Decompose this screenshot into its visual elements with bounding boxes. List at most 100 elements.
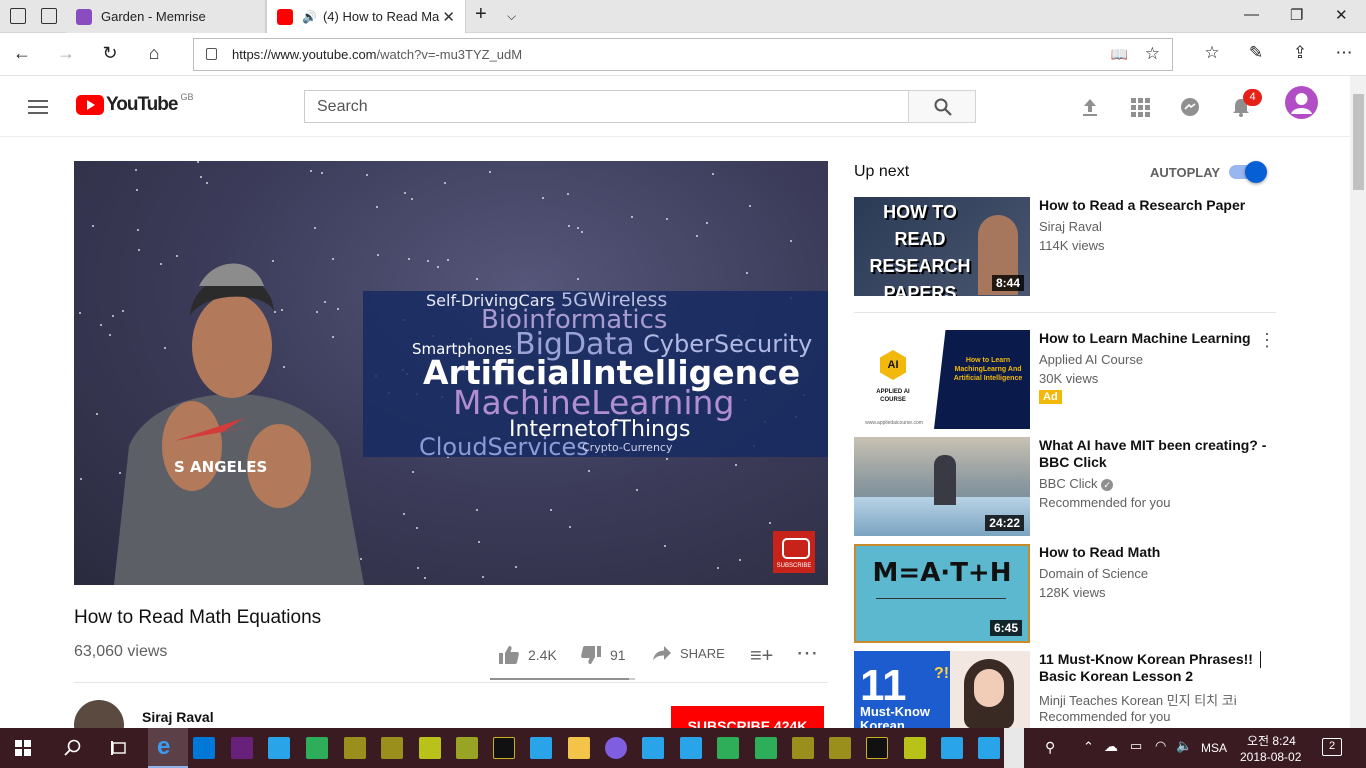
url-field[interactable]: https://www.youtube.com/watch?v=-mu3TYZ_… xyxy=(193,38,1173,71)
kebab-menu-icon[interactable]: ⋮ xyxy=(1258,330,1276,351)
tab-memrise[interactable]: Garden - Memrise xyxy=(66,0,266,33)
tab-manager-icon[interactable] xyxy=(10,8,26,24)
paint3d-icon[interactable] xyxy=(605,737,627,759)
video-thumbnail[interactable]: AI APPLIED AI COURSE How to Learn Machin… xyxy=(854,330,1030,429)
page-scrollbar[interactable] xyxy=(1350,76,1366,728)
upload-icon[interactable] xyxy=(1079,96,1101,118)
video-title: How to Read Math Equations xyxy=(74,607,322,628)
star-dot xyxy=(581,231,583,233)
app-icon[interactable] xyxy=(530,737,552,759)
like-button[interactable]: 2.4K xyxy=(498,645,557,665)
task-view-icon[interactable] xyxy=(110,739,128,757)
apps-icon[interactable] xyxy=(1129,96,1151,118)
divider xyxy=(854,312,1276,313)
suggested-video[interactable]: HOW TO READ RESEARCH PAPERS 8:44 How to … xyxy=(854,197,1284,296)
star-dot xyxy=(197,161,199,163)
onedrive-icon[interactable]: ☁ xyxy=(1104,738,1118,755)
taskbar-scroller[interactable] xyxy=(1004,728,1024,768)
app-icon[interactable] xyxy=(642,737,664,759)
visual-studio-icon[interactable] xyxy=(231,737,253,759)
vscode-icon[interactable] xyxy=(193,737,215,759)
account-avatar[interactable] xyxy=(1285,86,1318,119)
ime-indicator[interactable]: MSA xyxy=(1201,741,1227,755)
add-to-playlist-button[interactable]: ≡+ xyxy=(750,645,773,668)
app-icon[interactable] xyxy=(866,737,888,759)
video-thumbnail[interactable]: M=A·T+H 6:45 xyxy=(854,544,1030,643)
app-icon[interactable] xyxy=(978,737,1000,759)
volume-icon[interactable]: 🔈 xyxy=(1176,738,1192,754)
minimize-icon[interactable]: — xyxy=(1244,6,1259,23)
search-icon[interactable] xyxy=(64,739,82,757)
recommendation-note: Recommended for you xyxy=(1039,495,1171,510)
app-icon[interactable] xyxy=(717,737,739,759)
app-icon[interactable] xyxy=(344,737,366,759)
sentiment-bar xyxy=(490,678,635,680)
speaker-icon[interactable]: 🔊 xyxy=(302,10,317,24)
app-icon[interactable] xyxy=(456,737,478,759)
subscribe-watermark[interactable]: SUBSCRIBE xyxy=(773,531,815,573)
back-icon[interactable]: ← xyxy=(10,43,34,64)
video-thumbnail[interactable]: HOW TO READ RESEARCH PAPERS 8:44 xyxy=(854,197,1030,296)
clock-time[interactable]: 오전 8:24 xyxy=(1247,732,1296,749)
suggested-video[interactable]: 24:22 What AI have MIT been creating? - … xyxy=(854,437,1284,536)
app-icon[interactable] xyxy=(755,737,777,759)
app-icon[interactable] xyxy=(792,737,814,759)
app-icon[interactable] xyxy=(306,737,328,759)
app-icon[interactable] xyxy=(829,737,851,759)
video-player[interactable]: Self-DrivingCars 5GWireless Bioinformati… xyxy=(74,161,828,585)
app-icon[interactable] xyxy=(268,737,290,759)
windows-start-icon[interactable] xyxy=(15,740,31,756)
video-thumbnail[interactable]: 11 ?! Must-Know Korean xyxy=(854,651,1030,728)
favorite-star-icon[interactable]: ☆ xyxy=(1145,44,1160,64)
share-button[interactable]: SHARE xyxy=(652,645,725,661)
toggle-knob[interactable] xyxy=(1245,161,1267,183)
home-icon[interactable]: ⌂ xyxy=(142,43,166,64)
wifi-icon[interactable]: ◠ xyxy=(1155,738,1166,754)
tab-list-icon[interactable]: ⌵ xyxy=(507,9,516,24)
search-button[interactable] xyxy=(908,90,976,123)
taskbar-edge-active[interactable]: e xyxy=(148,728,188,768)
set-aside-tabs-icon[interactable] xyxy=(41,8,57,24)
more-actions-button[interactable]: ⋯ xyxy=(796,640,818,666)
star-dot xyxy=(437,266,439,268)
forward-icon[interactable]: → xyxy=(54,43,78,64)
share-icon[interactable]: ⇪ xyxy=(1288,43,1312,63)
clock-date[interactable]: 2018-08-02 xyxy=(1240,750,1301,764)
autoplay-toggle[interactable] xyxy=(1229,161,1267,183)
app-icon[interactable] xyxy=(904,737,926,759)
new-tab-icon[interactable]: + xyxy=(475,3,487,26)
app-icon[interactable] xyxy=(680,737,702,759)
show-hidden-icons-icon[interactable]: ⌃ xyxy=(1083,739,1094,755)
app-icon[interactable] xyxy=(419,737,441,759)
people-icon[interactable]: ⚲ xyxy=(1045,739,1055,756)
more-icon[interactable]: ⋯ xyxy=(1332,43,1356,63)
star-dot xyxy=(96,413,98,415)
search-input[interactable]: Search xyxy=(304,90,909,123)
web-note-icon[interactable]: ✎ xyxy=(1244,43,1268,63)
suggested-video[interactable]: M=A·T+H 6:45 How to Read Math Domain of … xyxy=(854,544,1284,643)
ad-video[interactable]: AI APPLIED AI COURSE How to Learn Machin… xyxy=(854,330,1284,429)
refresh-icon[interactable]: ↻ xyxy=(98,43,122,64)
battery-icon[interactable]: ▭ xyxy=(1130,738,1142,754)
file-explorer-icon[interactable] xyxy=(568,737,590,759)
close-tab-icon[interactable]: ✕ xyxy=(442,8,455,26)
video-thumbnail[interactable]: 24:22 xyxy=(854,437,1030,536)
favorites-list-icon[interactable]: ☆ xyxy=(1200,43,1224,63)
app-icon[interactable] xyxy=(381,737,403,759)
close-window-icon[interactable]: ✕ xyxy=(1335,6,1348,24)
scrollbar-thumb[interactable] xyxy=(1353,94,1364,190)
app-icon[interactable] xyxy=(493,737,515,759)
youtube-logo[interactable]: YouTube GB xyxy=(76,92,193,116)
suggested-video[interactable]: 11 ?! Must-Know Korean 11 Must-Know Kore… xyxy=(854,651,1284,728)
messages-icon[interactable] xyxy=(1179,96,1201,118)
tab-youtube[interactable]: 🔊 (4) How to Read Ma ✕ xyxy=(266,0,466,33)
menu-icon[interactable] xyxy=(28,100,48,114)
restore-icon[interactable]: ❐ xyxy=(1290,6,1303,24)
playlist-add-icon: ≡+ xyxy=(750,645,774,667)
channel-name[interactable]: Siraj Raval xyxy=(142,709,214,725)
dislike-button[interactable]: 91 xyxy=(580,645,626,665)
action-center-icon[interactable]: 2 xyxy=(1322,738,1342,756)
reading-view-icon[interactable]: 📖 xyxy=(1111,46,1128,63)
channel-name: Applied AI Course xyxy=(1039,352,1144,367)
app-icon[interactable] xyxy=(941,737,963,759)
